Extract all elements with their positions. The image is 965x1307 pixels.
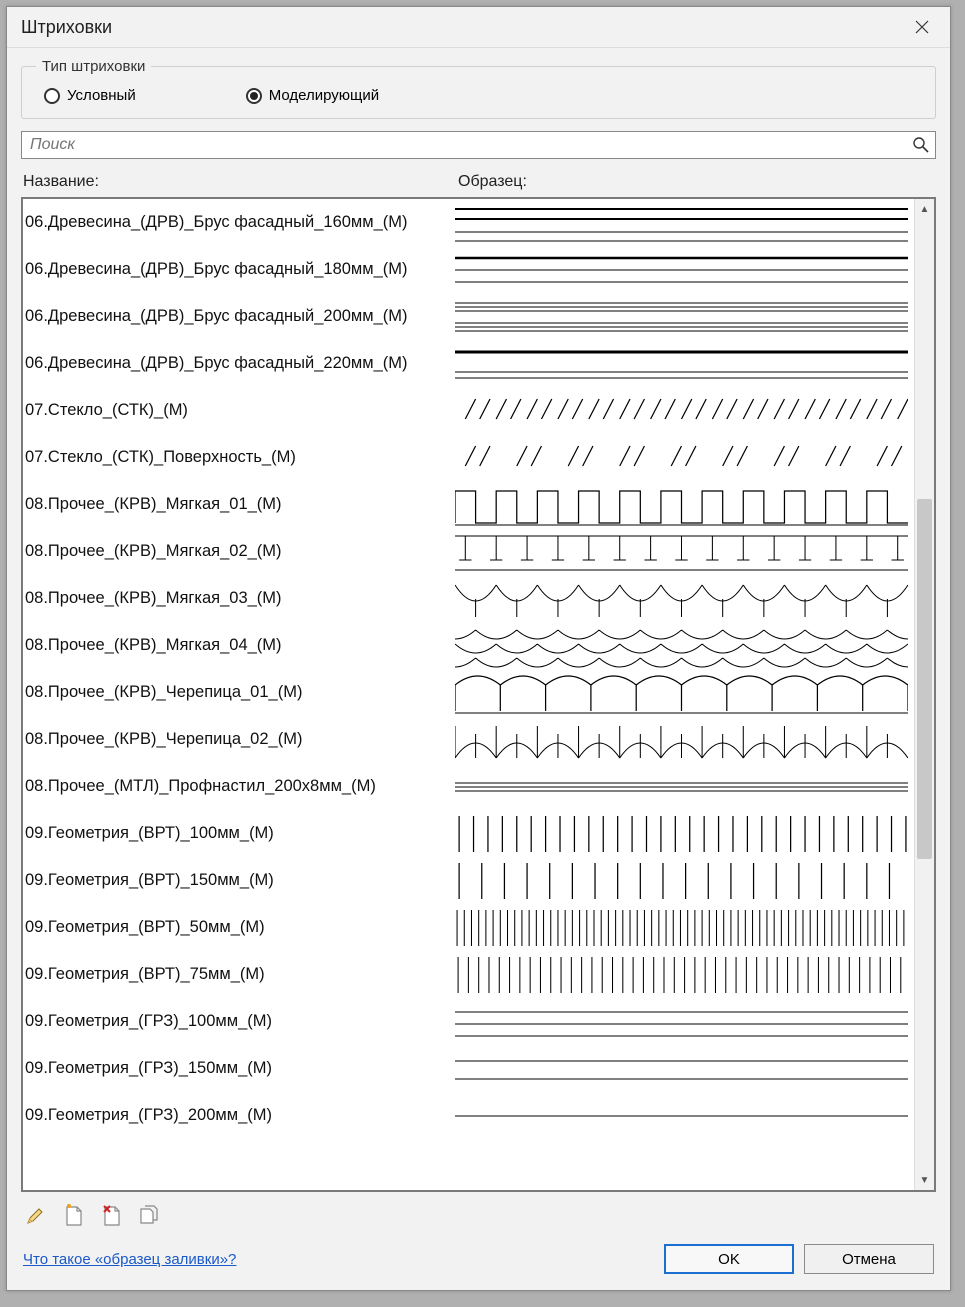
pattern-swatch bbox=[455, 389, 914, 433]
dialog-title: Штриховки bbox=[21, 17, 112, 38]
list-item[interactable]: 09.Геометрия_(ВРТ)_75мм_(М) bbox=[23, 951, 914, 998]
scroll-up-icon[interactable]: ▲ bbox=[915, 199, 934, 219]
pattern-name: 06.Древесина_(ДРВ)_Брус фасадный_160мм_(… bbox=[25, 213, 455, 232]
titlebar: Штриховки bbox=[7, 7, 950, 48]
radio-symbolic-label: Условный bbox=[67, 87, 136, 104]
pattern-list-inner[interactable]: 06.Древесина_(ДРВ)_Брус фасадный_160мм_(… bbox=[23, 199, 914, 1190]
list-item[interactable]: 08.Прочее_(КРВ)_Мягкая_01_(М) bbox=[23, 481, 914, 528]
pattern-name: 09.Геометрия_(ВРТ)_50мм_(М) bbox=[25, 918, 455, 937]
hatch-type-legend: Тип штриховки bbox=[36, 58, 151, 75]
pattern-swatch bbox=[455, 859, 914, 903]
header-sample: Образец: bbox=[458, 173, 934, 191]
pattern-swatch bbox=[455, 624, 914, 668]
radio-icon bbox=[246, 88, 262, 104]
toolbar bbox=[21, 1192, 936, 1236]
search-input[interactable] bbox=[22, 132, 907, 158]
list-item[interactable]: 07.Стекло_(СТК)_(М) bbox=[23, 387, 914, 434]
list-item[interactable]: 08.Прочее_(МТЛ)_Профнастил_200х8мм_(М) bbox=[23, 763, 914, 810]
scroll-down-icon[interactable]: ▼ bbox=[915, 1170, 934, 1190]
list-item[interactable]: 09.Геометрия_(ВРТ)_50мм_(М) bbox=[23, 904, 914, 951]
edit-button[interactable] bbox=[23, 1202, 49, 1230]
dialog-content: Тип штриховки Условный Моделирующий bbox=[7, 48, 950, 1290]
list-item[interactable]: 06.Древесина_(ДРВ)_Брус фасадный_200мм_(… bbox=[23, 293, 914, 340]
pattern-swatch bbox=[455, 530, 914, 574]
search-box bbox=[21, 131, 936, 159]
pattern-swatch bbox=[455, 342, 914, 386]
pattern-name: 08.Прочее_(КРВ)_Черепица_02_(М) bbox=[25, 730, 455, 749]
pattern-swatch bbox=[455, 906, 914, 950]
pattern-swatch bbox=[455, 953, 914, 997]
pattern-swatch bbox=[455, 295, 914, 339]
dialog-footer: Что такое «образец заливки»? OK Отмена bbox=[21, 1236, 936, 1278]
search-icon[interactable] bbox=[907, 132, 935, 158]
pattern-swatch bbox=[455, 577, 914, 621]
pattern-swatch bbox=[455, 718, 914, 762]
list-item[interactable]: 09.Геометрия_(ГРЗ)_100мм_(М) bbox=[23, 998, 914, 1045]
list-item[interactable]: 09.Геометрия_(ГРЗ)_200мм_(М) bbox=[23, 1092, 914, 1139]
radio-model-label: Моделирующий bbox=[269, 87, 379, 104]
list-headers: Название: Образец: bbox=[21, 169, 936, 197]
header-name: Название: bbox=[23, 173, 458, 191]
list-item[interactable]: 08.Прочее_(КРВ)_Мягкая_02_(М) bbox=[23, 528, 914, 575]
pattern-name: 07.Стекло_(СТК)_(М) bbox=[25, 401, 455, 420]
scroll-thumb[interactable] bbox=[917, 499, 932, 859]
list-item[interactable]: 06.Древесина_(ДРВ)_Брус фасадный_160мм_(… bbox=[23, 199, 914, 246]
list-item[interactable]: 06.Древесина_(ДРВ)_Брус фасадный_220мм_(… bbox=[23, 340, 914, 387]
list-item[interactable]: 09.Геометрия_(ВРТ)_150мм_(М) bbox=[23, 857, 914, 904]
duplicate-button[interactable] bbox=[137, 1202, 163, 1230]
pattern-name: 08.Прочее_(КРВ)_Мягкая_01_(М) bbox=[25, 495, 455, 514]
pattern-swatch bbox=[455, 436, 914, 480]
list-item[interactable]: 09.Геометрия_(ВРТ)_100мм_(М) bbox=[23, 810, 914, 857]
pattern-swatch bbox=[455, 671, 914, 715]
list-item[interactable]: 09.Геометрия_(ГРЗ)_150мм_(М) bbox=[23, 1045, 914, 1092]
pattern-name: 08.Прочее_(КРВ)_Мягкая_03_(М) bbox=[25, 589, 455, 608]
radio-model[interactable]: Моделирующий bbox=[246, 87, 379, 104]
pattern-name: 08.Прочее_(МТЛ)_Профнастил_200х8мм_(М) bbox=[25, 777, 455, 796]
list-item[interactable]: 08.Прочее_(КРВ)_Мягкая_04_(М) bbox=[23, 622, 914, 669]
delete-button[interactable] bbox=[99, 1202, 125, 1230]
pattern-name: 06.Древесина_(ДРВ)_Брус фасадный_180мм_(… bbox=[25, 260, 455, 279]
pattern-swatch bbox=[455, 1000, 914, 1044]
scrollbar[interactable]: ▲ ▼ bbox=[914, 199, 934, 1190]
radio-icon bbox=[44, 88, 60, 104]
fill-patterns-dialog: Штриховки Тип штриховки Условный Моделир… bbox=[6, 6, 951, 1291]
pattern-swatch bbox=[455, 1094, 914, 1138]
ok-button[interactable]: OK bbox=[664, 1244, 794, 1274]
pattern-swatch bbox=[455, 483, 914, 527]
radio-symbolic[interactable]: Условный bbox=[44, 87, 136, 104]
pattern-name: 06.Древесина_(ДРВ)_Брус фасадный_220мм_(… bbox=[25, 354, 455, 373]
pattern-swatch bbox=[455, 248, 914, 292]
help-link[interactable]: Что такое «образец заливки»? bbox=[23, 1251, 236, 1268]
pattern-name: 09.Геометрия_(ГРЗ)_100мм_(М) bbox=[25, 1012, 455, 1031]
pattern-name: 09.Геометрия_(ГРЗ)_200мм_(М) bbox=[25, 1106, 455, 1125]
list-item[interactable]: 08.Прочее_(КРВ)_Мягкая_03_(М) bbox=[23, 575, 914, 622]
close-button[interactable] bbox=[902, 13, 942, 41]
pattern-list: 06.Древесина_(ДРВ)_Брус фасадный_160мм_(… bbox=[21, 197, 936, 1192]
pattern-name: 09.Геометрия_(ВРТ)_150мм_(М) bbox=[25, 871, 455, 890]
pattern-name: 08.Прочее_(КРВ)_Мягкая_02_(М) bbox=[25, 542, 455, 561]
hatch-type-group: Тип штриховки Условный Моделирующий bbox=[21, 58, 936, 119]
pattern-name: 08.Прочее_(КРВ)_Черепица_01_(М) bbox=[25, 683, 455, 702]
pattern-name: 09.Геометрия_(ВРТ)_75мм_(М) bbox=[25, 965, 455, 984]
pattern-swatch bbox=[455, 1047, 914, 1091]
pattern-swatch bbox=[455, 765, 914, 809]
pattern-name: 09.Геометрия_(ВРТ)_100мм_(М) bbox=[25, 824, 455, 843]
list-item[interactable]: 07.Стекло_(СТК)_Поверхность_(М) bbox=[23, 434, 914, 481]
new-button[interactable] bbox=[61, 1202, 87, 1230]
cancel-button[interactable]: Отмена bbox=[804, 1244, 934, 1274]
list-item[interactable]: 08.Прочее_(КРВ)_Черепица_01_(М) bbox=[23, 669, 914, 716]
pattern-name: 08.Прочее_(КРВ)_Мягкая_04_(М) bbox=[25, 636, 455, 655]
pattern-name: 06.Древесина_(ДРВ)_Брус фасадный_200мм_(… bbox=[25, 307, 455, 326]
pattern-swatch bbox=[455, 812, 914, 856]
pattern-name: 07.Стекло_(СТК)_Поверхность_(М) bbox=[25, 448, 455, 467]
list-item[interactable]: 08.Прочее_(КРВ)_Черепица_02_(М) bbox=[23, 716, 914, 763]
list-item[interactable]: 06.Древесина_(ДРВ)_Брус фасадный_180мм_(… bbox=[23, 246, 914, 293]
pattern-swatch bbox=[455, 201, 914, 245]
pattern-name: 09.Геометрия_(ГРЗ)_150мм_(М) bbox=[25, 1059, 455, 1078]
